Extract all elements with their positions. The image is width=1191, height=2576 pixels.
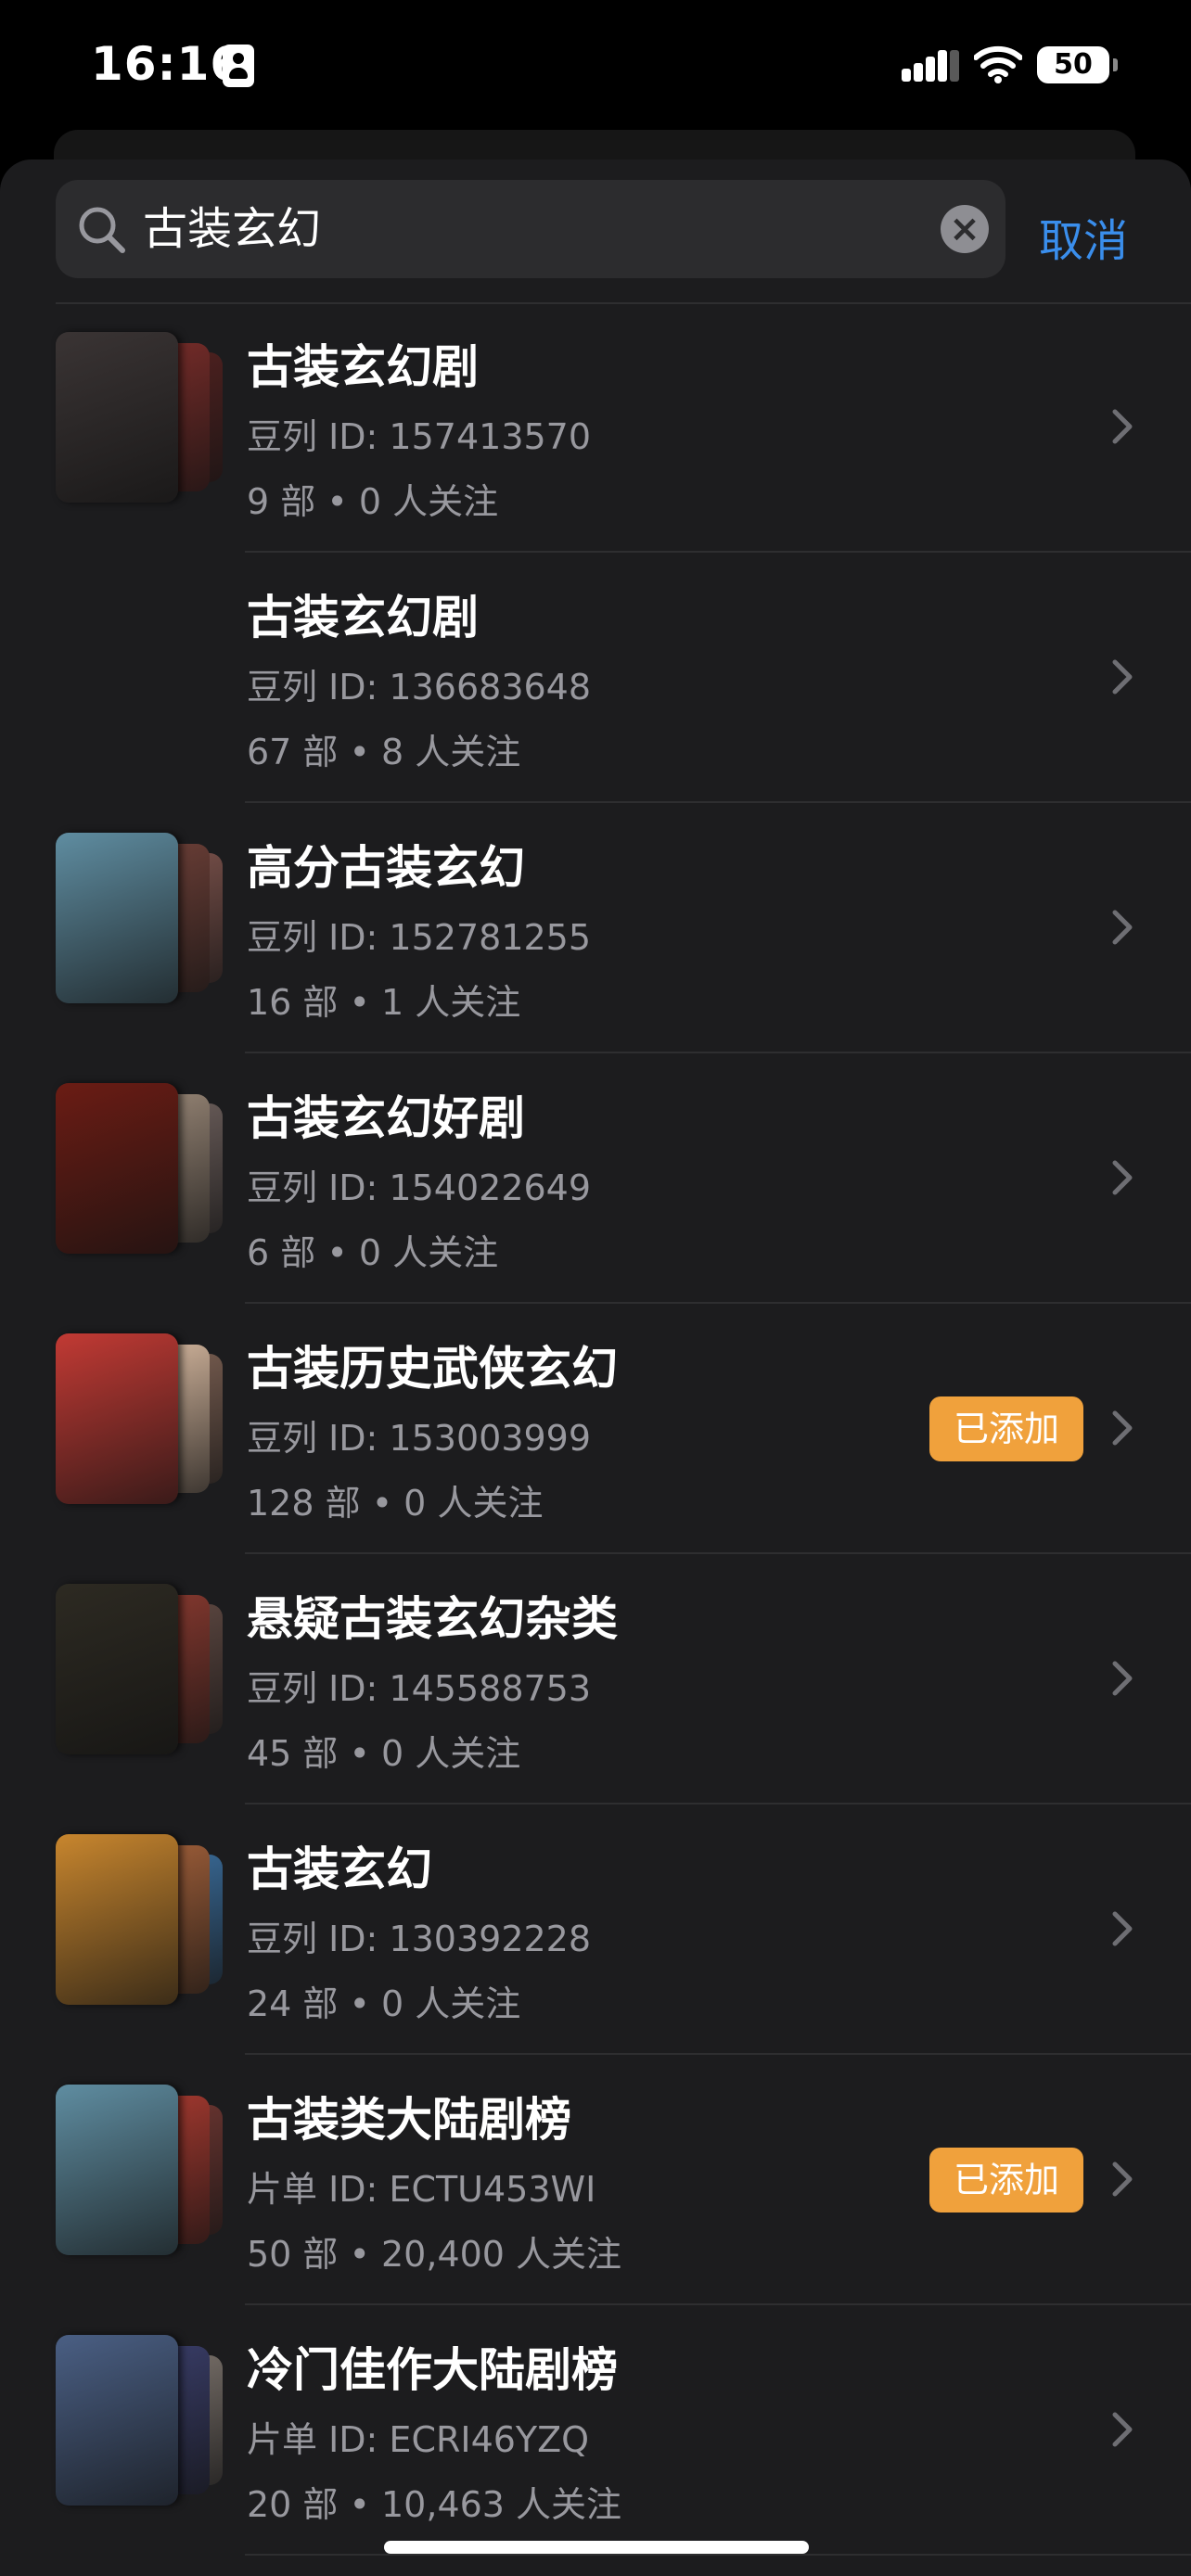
list-title: 古装历史武侠玄幻 [247,1342,618,1396]
chevron-right-icon [1112,1661,1133,1696]
list-id: 豆列 ID: 152781255 [247,917,592,958]
list-meta: 50 部 • 20,400 人关注 [247,2234,622,2275]
list-item[interactable]: 古装类大陆剧榜片单 ID: ECTU453WI 50 部 • 20,400 人关注… [0,2055,1191,2305]
list-title: 古装玄幻 [247,1843,432,1896]
search-sheet: × 取消 古装玄幻剧豆列 ID: 1574135709 部 • 0 人关注古装玄… [0,159,1191,2576]
list-meta: 6 部 • 0 人关注 [247,1232,499,1273]
search-bar[interactable]: × [56,180,1005,278]
cover-stack [56,2085,223,2255]
cover-thumbnail [56,1083,178,1254]
cover-stack [56,2335,223,2506]
search-input[interactable] [143,180,885,278]
battery-icon: 50 [1037,46,1118,83]
list-title: 高分古装玄幻 [247,841,525,895]
list-title: 悬疑古装玄幻杂类 [247,1592,618,1646]
cover-thumbnail [56,833,178,1003]
list-meta: 9 部 • 0 人关注 [247,481,499,522]
list-id: 片单 ID: ECTU453WI [247,2169,596,2210]
list-item[interactable]: 古装玄幻豆列 ID: 130392228 24 部 • 0 人关注 [0,1804,1191,2055]
list-item[interactable]: 古装玄幻好剧豆列 ID: 154022649 6 部 • 0 人关注 [0,1053,1191,1304]
results-list: 古装玄幻剧 豆列 ID: 157413570 9 部 • 0 人关注 古装玄幻剧 豆列 … [0,302,1191,2556]
list-item[interactable]: 冷门佳作大陆剧榜片单 ID: ECRI46YZQ 20 部 • 10,463 人关… [0,2305,1191,2556]
status-time: 16:16 [91,37,244,91]
cover-thumbnail [56,1834,178,2005]
cover-stack [56,1333,223,1504]
list-meta: 45 部 • 0 人关注 [247,1733,521,1774]
list-item[interactable]: 悬疑古装玄幻杂类豆列 ID: 145588753 45 部 • 0 人关注 [0,1554,1191,1804]
cover-thumbnail [56,2085,178,2255]
list-id: 豆列 ID: 136683648 [247,667,592,708]
cover-thumbnail [56,1584,178,1754]
chevron-right-icon [1112,910,1133,945]
cancel-button[interactable]: 取消 [1039,204,1128,269]
cover-stack [56,1584,223,1754]
list-title: 古装玄幻剧 [247,591,479,644]
list-title: 冷门佳作大陆剧榜 [247,2343,618,2397]
wifi-icon [974,45,1022,83]
search-icon [79,207,125,253]
chevron-right-icon [1112,659,1133,695]
list-item[interactable]: 古装玄幻剧豆列 ID: 157413570 9 部 • 0 人关注 [0,302,1191,553]
list-id: 豆列 ID: 157413570 [247,416,592,457]
status-bar: 16:16 50 [0,0,1191,139]
cover-stack [56,833,223,1003]
cellular-signal-icon [902,48,959,82]
list-meta: 67 部 • 8 人关注 [247,732,521,772]
added-badge[interactable]: 已添加 [929,1396,1083,1461]
cover-thumbnail [56,332,178,503]
cover-stack [56,1083,223,1254]
chevron-right-icon [1112,1410,1133,1446]
cover-stack [56,1834,223,2005]
list-title: 古装类大陆剧榜 [247,2093,571,2147]
list-id: 片单 ID: ECRI46YZQ [247,2419,590,2460]
list-meta: 20 部 • 10,463 人关注 [247,2484,622,2525]
list-title: 古装玄幻剧 [247,340,479,394]
list-meta: 128 部 • 0 人关注 [247,1483,544,1524]
chevron-right-icon [1112,1160,1133,1195]
clear-search-button[interactable]: × [941,205,989,253]
home-indicator [384,2541,809,2554]
list-id: 豆列 ID: 130392228 [247,1919,592,1959]
list-id: 豆列 ID: 154022649 [247,1167,592,1208]
chevron-right-icon [1112,2162,1133,2197]
chevron-right-icon [1112,409,1133,444]
cover-thumbnail [56,2335,178,2506]
list-item[interactable]: 古装历史武侠玄幻豆列 ID: 153003999 128 部 • 0 人关注 已添加 [0,1304,1191,1554]
chevron-right-icon [1112,2412,1133,2447]
list-meta: 16 部 • 1 人关注 [247,982,521,1023]
chevron-right-icon [1112,1911,1133,1946]
list-meta: 24 部 • 0 人关注 [247,1983,521,2024]
divider [245,2554,1191,2556]
cover-thumbnail [56,1333,178,1504]
person-badge-icon [223,45,254,87]
list-item[interactable]: 高分古装玄幻豆列 ID: 152781255 16 部 • 1 人关注 [0,803,1191,1053]
list-id: 豆列 ID: 145588753 [247,1668,592,1709]
added-badge[interactable]: 已添加 [929,2148,1083,2213]
list-item[interactable]: 古装玄幻剧豆列 ID: 136683648 67 部 • 8 人关注 [0,553,1191,803]
cover-stack [56,332,223,503]
list-title: 古装玄幻好剧 [247,1091,525,1145]
list-id: 豆列 ID: 153003999 [247,1418,592,1459]
